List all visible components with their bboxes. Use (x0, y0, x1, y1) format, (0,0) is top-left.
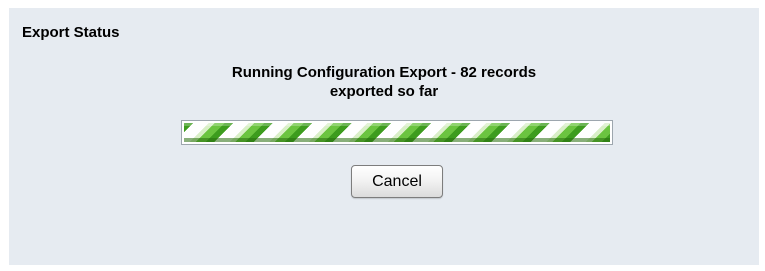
status-message-line-1: Running Configuration Export - 82 record… (231, 64, 537, 81)
export-progress-bar (181, 120, 613, 145)
export-progress-fill (184, 123, 610, 142)
cancel-button[interactable]: Cancel (351, 165, 443, 198)
panel-title: Export Status (22, 24, 120, 41)
status-message-line-2: exported so far (329, 83, 439, 100)
export-status-message: Running Configuration Export - 82 record… (9, 63, 759, 101)
export-status-panel: Export Status Running Configuration Expo… (9, 8, 759, 265)
